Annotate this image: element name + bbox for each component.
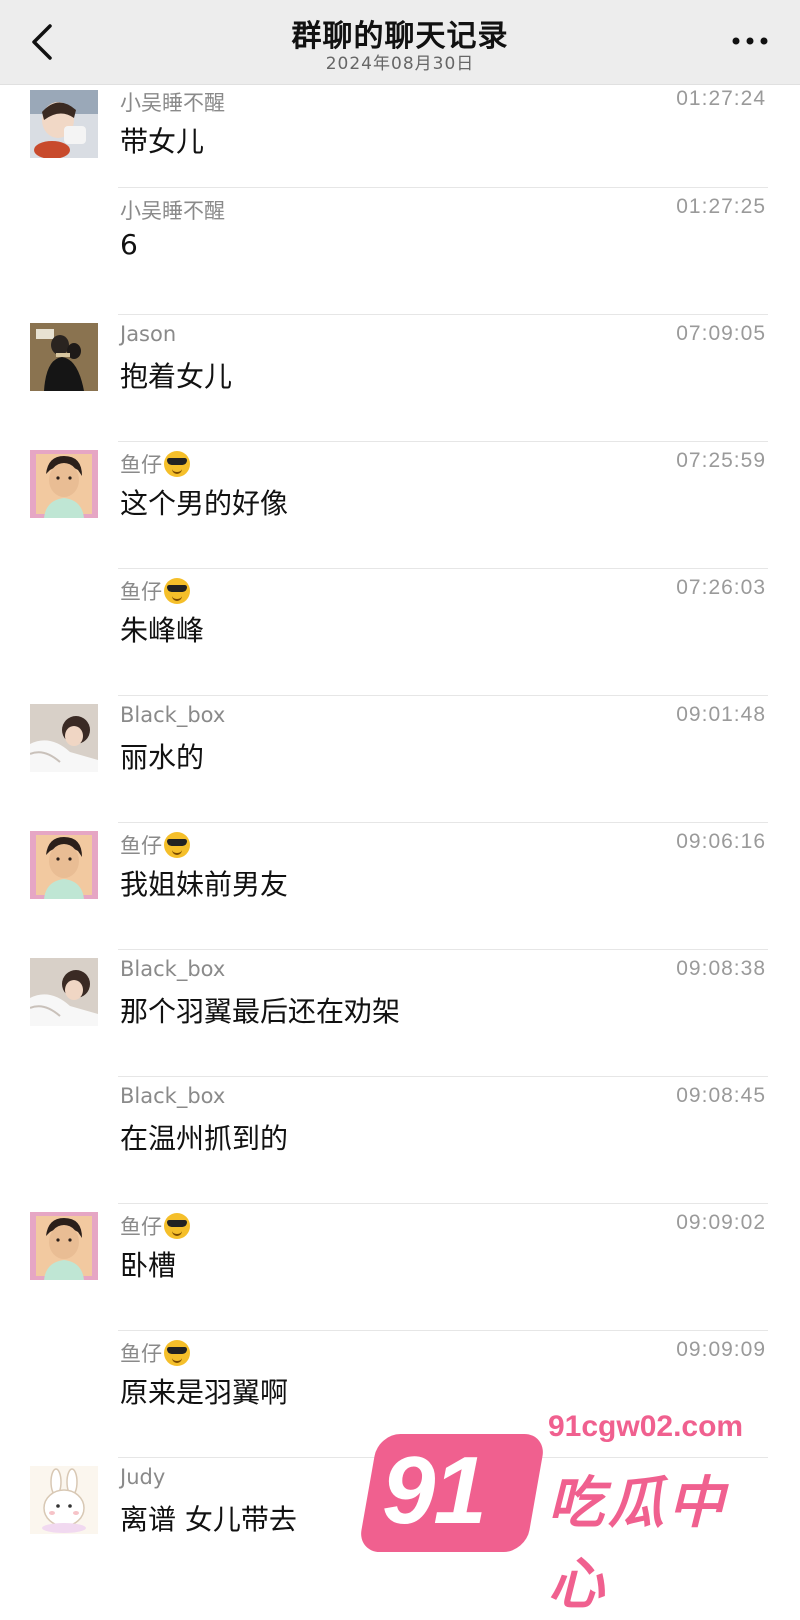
list-item[interactable]: 小吴睡不醒 01:27:25 6 (0, 188, 800, 315)
sunglasses-emoji-icon (164, 1340, 190, 1366)
avatar-bunny-icon (30, 1466, 98, 1534)
watermark-name: 吃瓜中心 (548, 1471, 728, 1617)
sunglasses-emoji-icon (164, 451, 190, 477)
sender-name: Jason (120, 322, 177, 346)
page-subtitle-date: 2024年08月30日 (325, 54, 475, 74)
message-time: 09:09:02 (676, 1211, 766, 1234)
avatar-boy-portrait-icon (30, 1212, 98, 1280)
chat-history-list: 小吴睡不醒 01:27:24 带女儿 小吴睡不醒 01:27:25 6 Jaso… (0, 84, 800, 1585)
sender-name: 鱼仔 (120, 1211, 190, 1241)
message-text: 离谱 女儿带去 (120, 1503, 297, 1536)
message-text: 卧槽 (120, 1249, 177, 1282)
avatar-boy-portrait-icon (30, 450, 98, 518)
watermark-logo-text: 91 (382, 1437, 487, 1544)
avatar[interactable] (30, 958, 98, 1026)
message-text: 这个男的好像 (120, 487, 289, 520)
message-time: 09:01:48 (676, 703, 766, 726)
message-text: 带女儿 (120, 125, 205, 158)
avatar[interactable] (30, 831, 98, 899)
sender-name: Black_box (120, 957, 226, 981)
message-text: 丽水的 (120, 741, 205, 774)
list-item[interactable]: 鱼仔 07:26:03 朱峰峰 (0, 569, 800, 696)
list-item[interactable]: 鱼仔 09:06:16 我姐妹前男友 (0, 823, 800, 950)
message-text: 在温州抓到的 (120, 1122, 289, 1155)
sunglasses-emoji-icon (164, 832, 190, 858)
avatar[interactable] (30, 90, 98, 158)
list-item[interactable]: 鱼仔 09:09:02 卧槽 (0, 1204, 800, 1331)
avatar[interactable] (30, 704, 98, 772)
avatar-couple-icon (30, 323, 98, 391)
message-time: 07:09:05 (676, 322, 766, 345)
message-time: 09:06:16 (676, 830, 766, 853)
list-item[interactable]: 小吴睡不醒 01:27:24 带女儿 (0, 84, 800, 188)
list-item[interactable]: Black_box 09:01:48 丽水的 (0, 696, 800, 823)
message-text: 6 (120, 228, 138, 261)
sender-name: 小吴睡不醒 (120, 199, 225, 223)
message-text: 我姐妹前男友 (120, 868, 289, 901)
message-time: 07:26:03 (676, 576, 766, 599)
sunglasses-emoji-icon (164, 578, 190, 604)
message-time: 01:27:24 (676, 87, 766, 110)
avatar-girl-lying-icon (30, 704, 98, 772)
more-options-button[interactable] (728, 26, 772, 56)
list-item[interactable]: Black_box 09:08:38 那个羽翼最后还在劝架 (0, 950, 800, 1077)
list-item[interactable]: 鱼仔 07:25:59 这个男的好像 (0, 442, 800, 569)
list-item[interactable]: Black_box 09:08:45 在温州抓到的 (0, 1077, 800, 1204)
avatar[interactable] (30, 323, 98, 391)
sunglasses-emoji-icon (164, 1213, 190, 1239)
list-item[interactable]: Jason 07:09:05 抱着女儿 (0, 315, 800, 442)
avatar-girl-lying-icon (30, 958, 98, 1026)
avatar[interactable] (30, 1466, 98, 1534)
message-time: 09:08:45 (676, 1084, 766, 1107)
message-text: 那个羽翼最后还在劝架 (120, 995, 401, 1028)
message-text: 朱峰峰 (120, 614, 205, 647)
avatar[interactable] (30, 1212, 98, 1280)
watermark: 91 91cgw02.com 吃瓜中心 (357, 1400, 780, 1617)
message-time: 07:25:59 (676, 449, 766, 472)
top-bar: 群聊的聊天记录 2024年08月30日 (0, 0, 800, 85)
sender-name: 鱼仔 (120, 1338, 190, 1368)
sender-name: 鱼仔 (120, 830, 190, 860)
message-text: 抱着女儿 (120, 360, 233, 393)
sender-name: 鱼仔 (120, 576, 190, 606)
avatar-boy-portrait-icon (30, 831, 98, 899)
message-time: 01:27:25 (676, 195, 766, 218)
message-time: 09:08:38 (676, 957, 766, 980)
message-time: 09:09:09 (676, 1338, 766, 1361)
watermark-domain: 91cgw02.com (548, 1410, 744, 1443)
sender-name: Black_box (120, 703, 226, 727)
avatar[interactable] (30, 450, 98, 518)
sender-name: Black_box (120, 1084, 226, 1108)
sender-name: 小吴睡不醒 (120, 91, 225, 115)
message-text: 原来是羽翼啊 (120, 1376, 289, 1409)
avatar-boy-eating-icon (30, 90, 98, 158)
sender-name: 鱼仔 (120, 449, 190, 479)
more-dots-icon (732, 37, 768, 45)
sender-name: Judy (120, 1465, 166, 1489)
